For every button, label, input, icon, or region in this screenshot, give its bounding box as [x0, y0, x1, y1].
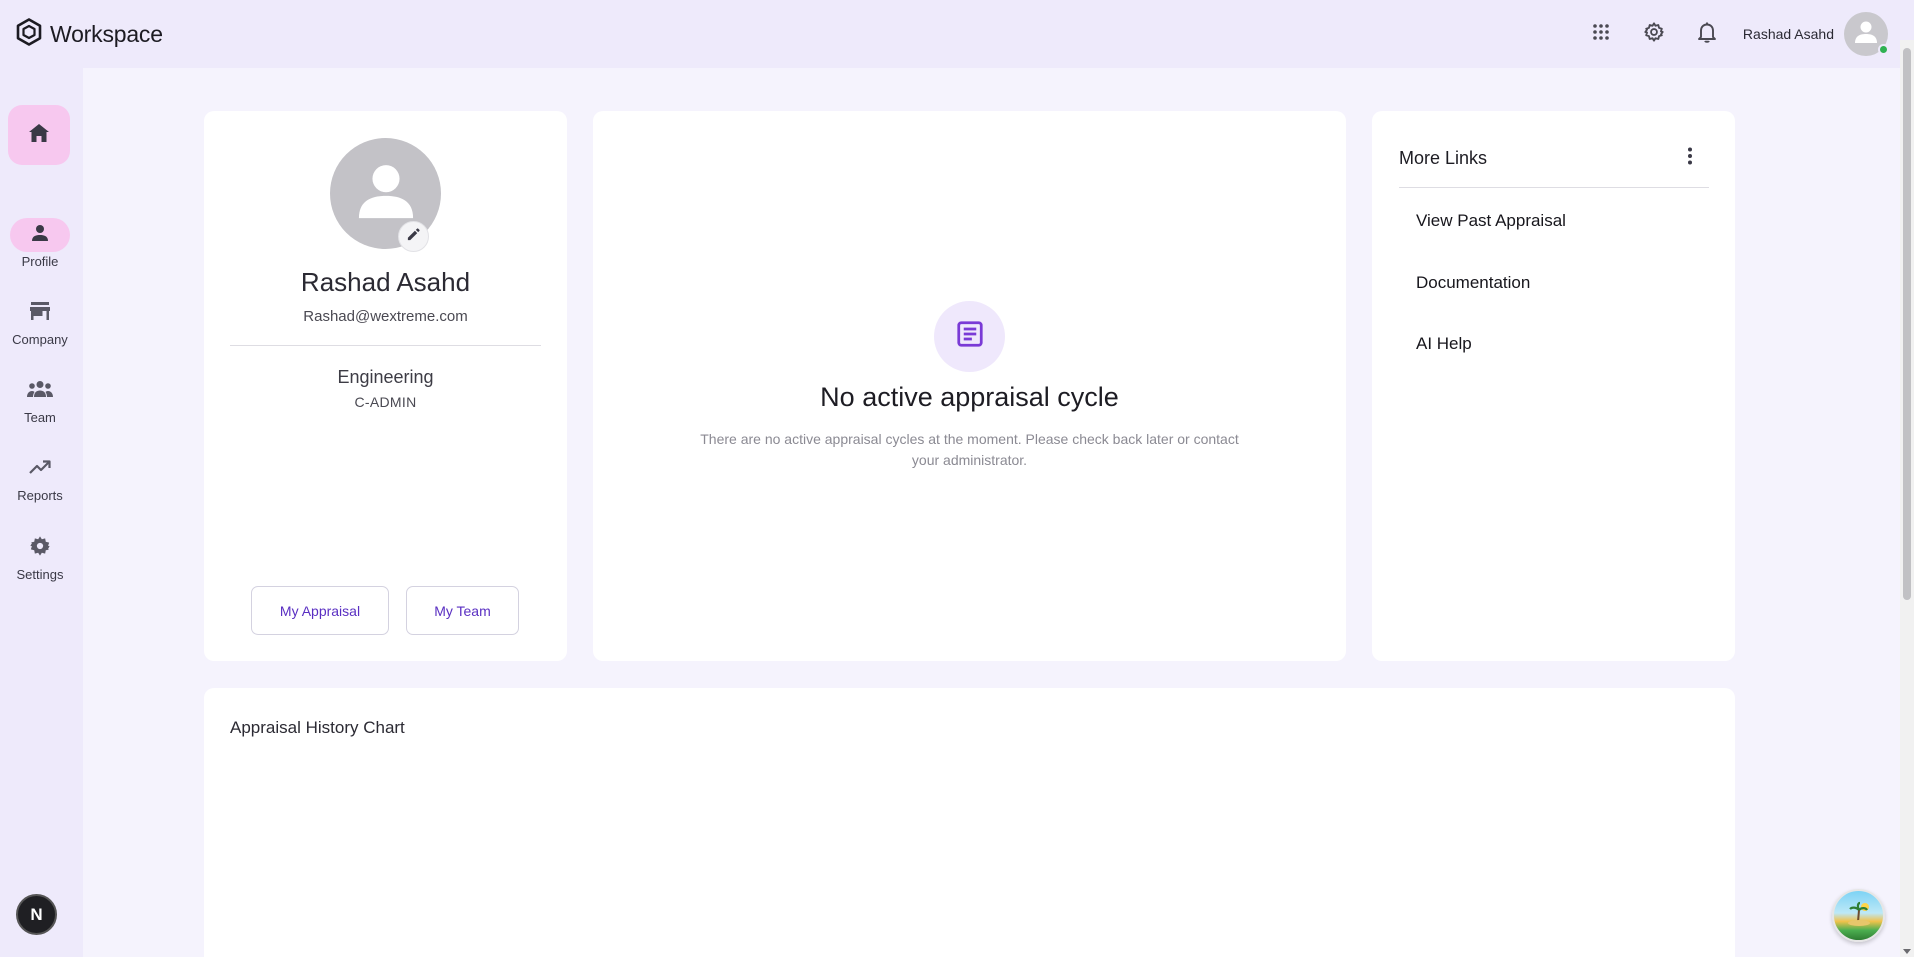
more-links-card: More Links View Past Appraisal Documenta… [1372, 111, 1735, 661]
appraisal-status-card: No active appraisal cycle There are no a… [593, 111, 1346, 661]
island-icon [1844, 898, 1874, 933]
top-bar: Workspace Rashad Asahd [0, 0, 1914, 68]
sidebar-item-reports[interactable]: Reports [0, 452, 80, 503]
sidebar-item-company[interactable]: Company [0, 296, 80, 347]
link-documentation[interactable]: Documentation [1416, 273, 1530, 293]
avatar-icon [354, 159, 418, 228]
online-status-dot [1878, 44, 1889, 55]
app-badge-button[interactable]: N [16, 894, 57, 935]
sidebar-item-label: Team [24, 410, 56, 425]
chart-title: Appraisal History Chart [230, 718, 405, 737]
store-icon [29, 301, 51, 326]
app-badge-letter: N [30, 904, 43, 924]
top-right-actions: Rashad Asahd [1570, 10, 1889, 58]
avatar-icon [1853, 19, 1879, 50]
apps-grid-button[interactable] [1579, 12, 1623, 56]
sidebar-pill-reports [10, 452, 70, 486]
more-options-button[interactable] [1676, 144, 1704, 172]
appraisal-empty-title: No active appraisal cycle [820, 382, 1119, 412]
more-links-title: More Links [1399, 148, 1488, 168]
settings-button[interactable] [1632, 12, 1676, 56]
sidebar-item-label: Settings [16, 567, 64, 582]
document-icon-circle [934, 301, 1005, 372]
brand-title: Workspace [50, 20, 163, 47]
my-appraisal-button[interactable]: My Appraisal [251, 586, 389, 635]
profile-email: Rashad@wextreme.com [303, 308, 468, 325]
sidebar: Profile Company Team Reports Settings N [0, 68, 83, 957]
person-icon [30, 223, 50, 248]
profile-name: Rashad Asahd [300, 267, 471, 297]
page-scrollbar-thumb[interactable] [1903, 48, 1911, 600]
scroll-down-arrow-icon[interactable] [1903, 949, 1911, 954]
sidebar-pill-team [10, 374, 70, 408]
user-avatar[interactable] [1844, 12, 1889, 56]
profile-role: C-ADMIN [354, 394, 417, 410]
sidebar-item-team[interactable]: Team [0, 374, 80, 425]
my-team-button[interactable]: My Team [406, 586, 519, 635]
appraisal-history-chart-card: Appraisal History Chart [204, 688, 1735, 957]
sidebar-item-settings[interactable]: Settings [0, 531, 80, 582]
sidebar-pill-settings [10, 531, 70, 565]
sidebar-item-label: Reports [17, 488, 63, 503]
profile-divider [230, 345, 541, 346]
notifications-button[interactable] [1685, 12, 1729, 56]
more-links-divider [1399, 187, 1709, 188]
floating-assistant-button[interactable] [1832, 889, 1885, 942]
sidebar-item-profile[interactable]: Profile [0, 218, 80, 269]
home-icon [28, 122, 50, 149]
kebab-menu-icon [1687, 147, 1693, 170]
gear-icon [29, 535, 51, 562]
home-button[interactable] [8, 105, 70, 165]
grid-icon [1592, 23, 1610, 46]
sidebar-pill-profile [10, 218, 70, 252]
gear-icon [1643, 21, 1665, 48]
profile-card: Rashad Asahd Rashad@wextreme.com Enginee… [204, 111, 567, 661]
pencil-icon [406, 227, 421, 247]
sidebar-item-label: Profile [21, 254, 59, 269]
appraisal-empty-description: There are no active appraisal cycles at … [700, 431, 1239, 468]
document-icon [955, 319, 985, 354]
hexagon-logo-icon [16, 17, 42, 51]
link-view-past-appraisal[interactable]: View Past Appraisal [1416, 211, 1566, 231]
user-name[interactable]: Rashad Asahd [1743, 26, 1834, 42]
link-ai-help[interactable]: AI Help [1416, 334, 1472, 354]
profile-department: Engineering [337, 367, 434, 387]
trending-up-icon [29, 459, 51, 480]
sidebar-pill-company [10, 296, 70, 330]
group-icon [27, 380, 53, 403]
sidebar-item-label: Company [12, 332, 68, 347]
brand[interactable]: Workspace [16, 16, 163, 52]
edit-avatar-button[interactable] [398, 221, 429, 252]
bell-icon [1697, 21, 1717, 48]
